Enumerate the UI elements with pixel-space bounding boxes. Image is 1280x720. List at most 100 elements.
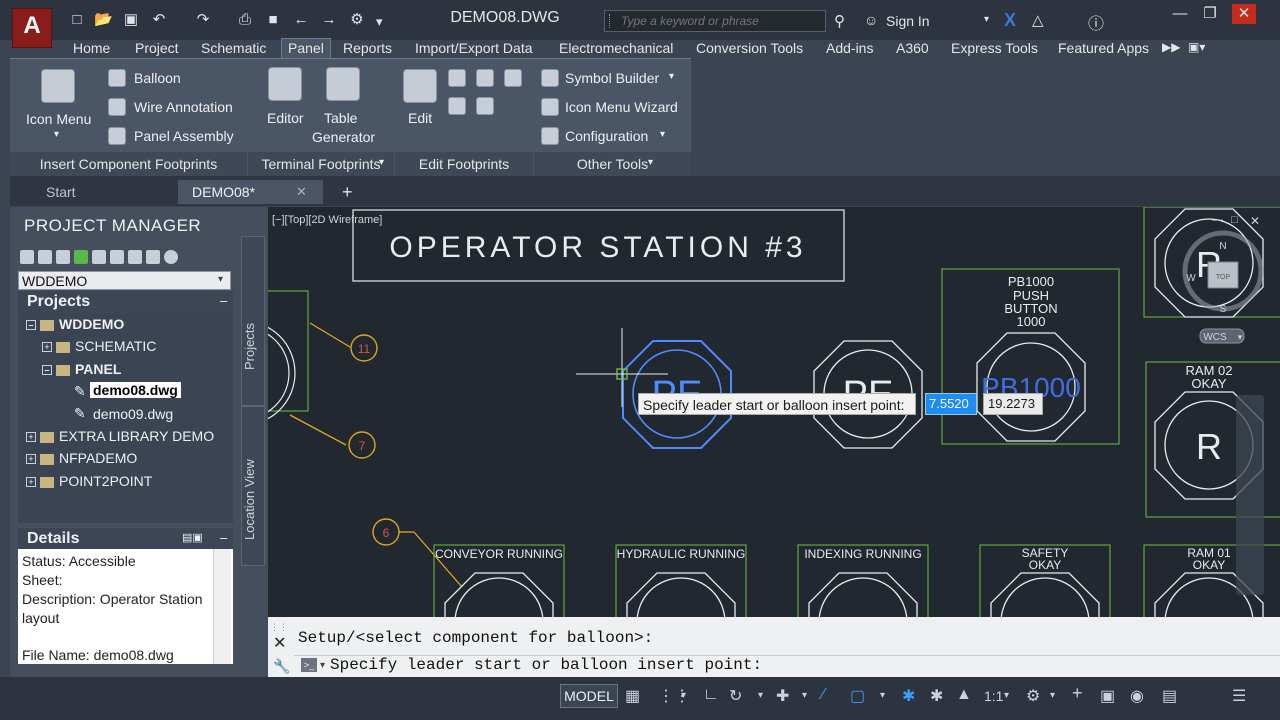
expand-icon[interactable]: + bbox=[26, 477, 36, 488]
annotation-scale-value[interactable]: 1:1 bbox=[984, 688, 1003, 704]
conveyor-running-light[interactable]: CONVEYOR RUNNING bbox=[433, 544, 565, 617]
footprint-tool-5-icon[interactable] bbox=[476, 97, 494, 115]
maximize-icon[interactable]: ❐ bbox=[1198, 4, 1222, 24]
projects-side-tab[interactable]: Projects bbox=[241, 236, 265, 406]
search-box[interactable] bbox=[604, 10, 826, 32]
edit-footprint-icon[interactable] bbox=[403, 69, 437, 103]
snap-dropdown-icon[interactable]: ▾ bbox=[681, 690, 686, 701]
collapse-icon[interactable]: – bbox=[26, 320, 36, 331]
app-menu-button[interactable]: A bbox=[12, 8, 52, 48]
viewport-restore-icon[interactable]: □ bbox=[1231, 214, 1238, 226]
viewport-close-icon[interactable]: ✕ bbox=[1250, 214, 1260, 228]
isodraft-dropdown-icon[interactable]: ▾ bbox=[802, 690, 807, 701]
drawing-list-icon[interactable] bbox=[110, 249, 124, 264]
new-icon[interactable]: □ bbox=[68, 11, 86, 29]
tree-item-panel[interactable]: – PANEL bbox=[42, 361, 121, 377]
workspace-switch-icon[interactable]: ⚙ bbox=[1026, 686, 1040, 706]
object-snap-dropdown-icon[interactable]: ▾ bbox=[880, 690, 885, 701]
configuration-button[interactable]: Configuration bbox=[565, 128, 648, 144]
isolate-objects-icon[interactable]: ▣ bbox=[1100, 686, 1115, 706]
terminal-footprints-panel-title[interactable]: Terminal Footprints bbox=[248, 152, 394, 176]
wire-annotation-icon[interactable] bbox=[108, 98, 126, 116]
symbol-builder-dropdown-icon[interactable]: ▾ bbox=[669, 71, 674, 82]
edit-button[interactable]: Edit bbox=[408, 110, 432, 126]
redo-icon[interactable]: ↷ bbox=[194, 11, 212, 29]
tree-item-point2point[interactable]: + POINT2POINT bbox=[26, 473, 152, 489]
expand-icon[interactable]: + bbox=[26, 454, 36, 465]
tab-project[interactable]: Project bbox=[135, 40, 179, 56]
forward-icon[interactable]: → bbox=[320, 11, 338, 29]
indexing-running-light[interactable]: INDEXING RUNNING bbox=[797, 544, 929, 617]
symbol-builder-button[interactable]: Symbol Builder bbox=[565, 70, 659, 86]
customize-icon[interactable]: 🔧 bbox=[273, 658, 290, 675]
new-project-icon[interactable] bbox=[38, 249, 52, 264]
customization-icon[interactable]: ☰ bbox=[1232, 686, 1246, 706]
command-prompt-icon[interactable]: >_ bbox=[301, 658, 317, 672]
back-icon[interactable]: ← bbox=[292, 11, 310, 29]
open-project-icon[interactable] bbox=[20, 249, 34, 264]
tab-a360[interactable]: A360 bbox=[896, 40, 929, 56]
collapse-icon[interactable]: – bbox=[42, 365, 52, 376]
annotation-scale-icon[interactable]: ▲ bbox=[956, 686, 972, 704]
configuration-dropdown-icon[interactable]: ▾ bbox=[660, 129, 665, 140]
x-coordinate-input[interactable]: 7.5520 bbox=[925, 393, 977, 415]
close-icon[interactable]: ✕ bbox=[1232, 4, 1256, 24]
auto-scale-icon[interactable]: ✱ bbox=[930, 686, 943, 706]
search-input[interactable] bbox=[605, 11, 825, 31]
table-generator-button[interactable]: Table bbox=[324, 110, 357, 126]
details-scrollbar[interactable] bbox=[213, 549, 231, 664]
tree-item-wddemo[interactable]: – WDDEMO bbox=[26, 316, 124, 332]
balloon-7[interactable]: 7 bbox=[289, 414, 376, 459]
help-icon[interactable]: ⓘ bbox=[1088, 10, 1104, 34]
tab-panel[interactable]: Panel bbox=[281, 38, 331, 59]
terminal-footprints-dropdown-icon[interactable]: ▾ bbox=[379, 157, 384, 168]
polar-icon[interactable]: ↻ bbox=[729, 686, 742, 706]
minimize-icon[interactable]: — bbox=[1168, 4, 1192, 24]
workspace-icon[interactable]: ⚙ bbox=[348, 11, 366, 29]
refresh-icon[interactable] bbox=[74, 249, 88, 264]
object-snap-icon[interactable]: ▢ bbox=[850, 686, 865, 706]
viewport-controls[interactable]: [−][Top][2D Wireframe] bbox=[272, 214, 382, 226]
tab-featured-apps[interactable]: Featured Apps bbox=[1058, 40, 1149, 56]
expand-icon[interactable]: + bbox=[42, 342, 52, 353]
polar-dropdown-icon[interactable]: ▾ bbox=[758, 690, 763, 701]
balloon-icon[interactable] bbox=[108, 69, 126, 87]
more-tabs-icon[interactable]: ▶▶ bbox=[1162, 40, 1180, 54]
tab-start[interactable]: Start bbox=[32, 180, 172, 204]
isodraft-icon[interactable]: ✚ bbox=[776, 686, 789, 706]
other-tools-dropdown-icon[interactable]: ▾ bbox=[648, 157, 653, 168]
table-generator-icon[interactable] bbox=[326, 67, 360, 101]
hydraulic-running-light[interactable]: HYDRAULIC RUNNING bbox=[615, 544, 747, 617]
tree-item-demo08[interactable]: demo08.dwg bbox=[90, 382, 181, 398]
recent-commands-dropdown-icon[interactable]: ▾ bbox=[320, 660, 325, 671]
new-tab-icon[interactable]: + bbox=[328, 180, 362, 204]
sign-in-button[interactable]: Sign In bbox=[886, 13, 930, 29]
open-icon[interactable]: 📂 bbox=[94, 11, 113, 29]
folder-icon[interactable]: ■ bbox=[264, 11, 282, 29]
tab-add-ins[interactable]: Add-ins bbox=[826, 40, 873, 56]
expand-icon[interactable]: + bbox=[26, 432, 36, 443]
footprint-tool-3-icon[interactable] bbox=[504, 69, 522, 87]
details-collapse-icon[interactable]: – bbox=[220, 530, 227, 545]
tab-home[interactable]: Home bbox=[73, 40, 110, 56]
publish-icon[interactable] bbox=[146, 249, 160, 264]
balloon-11[interactable]: 11 bbox=[309, 322, 378, 362]
print-icon[interactable]: ⎙ bbox=[236, 11, 254, 29]
location-view-side-tab[interactable]: Location View bbox=[241, 406, 265, 566]
pb1000-component[interactable]: PB1000 PUSH BUTTON 1000 PB1000 bbox=[941, 268, 1120, 445]
exchange-icon[interactable]: X bbox=[1004, 10, 1016, 31]
ortho-icon[interactable]: ∟ bbox=[703, 686, 719, 704]
command-close-icon[interactable]: ✕ bbox=[273, 633, 286, 653]
help-icon[interactable] bbox=[164, 249, 178, 264]
projects-collapse-icon[interactable]: – bbox=[220, 293, 227, 308]
footprint-tool-2-icon[interactable] bbox=[476, 69, 494, 87]
viewport-minimize-icon[interactable]: — bbox=[1212, 214, 1223, 226]
ribbon-toggle-icon[interactable]: ▣▾ bbox=[1188, 40, 1205, 54]
symbol-builder-icon[interactable] bbox=[541, 69, 559, 87]
editor-button[interactable]: Editor bbox=[267, 110, 304, 126]
footprint-tool-1-icon[interactable] bbox=[448, 69, 466, 87]
scale-dropdown-icon[interactable]: ▾ bbox=[1004, 690, 1009, 701]
tree-item-schematic[interactable]: + SCHEMATIC bbox=[42, 338, 156, 354]
binoculars-icon[interactable]: ⚲ bbox=[834, 12, 845, 30]
tab-schematic[interactable]: Schematic bbox=[201, 40, 266, 56]
